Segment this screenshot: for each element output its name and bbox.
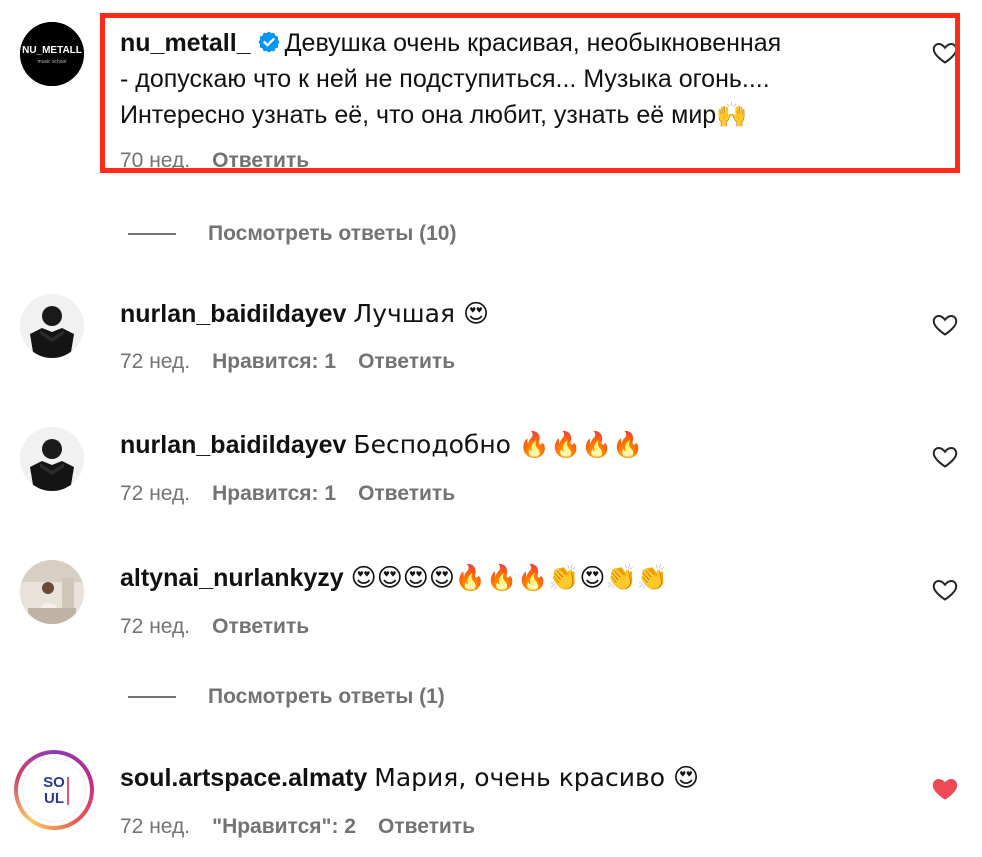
view-replies-label: Посмотреть ответы (1) [208,685,445,708]
likes-count[interactable]: Нравится: 1 [212,350,336,373]
avatar-story-ring[interactable]: SO UL [14,750,94,830]
comment-time: 72 нед. [120,482,191,505]
replies-divider [128,233,176,235]
comment-line: altynai_nurlankyzy 😍😍😍😍🔥🔥🔥👏😍👏👏 [120,561,668,595]
comment-meta: 72 нед. "Нравится": 2 Ответить [120,814,497,840]
view-replies-button[interactable]: Посмотреть ответы (10) [128,219,456,249]
view-replies-button[interactable]: Посмотреть ответы (1) [128,682,445,712]
avatar-logo-text: NU_METALL [22,45,82,56]
comment-text: 😍😍😍😍🔥🔥🔥👏😍👏👏 [350,563,668,592]
avatar-logo-text: UL [44,790,64,807]
comment-meta: 72 нед. Ответить [120,614,331,640]
comment-time: 72 нед. [120,350,191,373]
heart-outline-icon[interactable] [932,578,958,602]
avatar[interactable] [20,560,84,624]
person-silhouette-icon [20,294,84,358]
reply-button[interactable]: Ответить [358,482,455,505]
username-link[interactable]: soul.artspace.almaty [120,764,367,792]
likes-count[interactable]: "Нравится": 2 [212,815,356,838]
comments-list: NU_METALL music school nu_metall_ Девушка… [0,0,982,857]
view-replies-label: Посмотреть ответы (10) [208,222,457,245]
username-link[interactable]: nurlan_baidildayev [120,431,346,459]
soul-logo: SO UL [43,774,69,807]
replies-divider [128,696,176,698]
profile-photo-icon [20,560,84,624]
avatar-logo-subtext: music school [38,59,67,65]
avatar: SO UL [22,758,86,822]
avatar[interactable]: NU_METALL music school [20,22,84,86]
reply-button[interactable]: Ответить [358,350,455,373]
heart-outline-icon[interactable] [932,445,958,469]
comment-meta: 72 нед. Нравится: 1 Ответить [120,349,477,375]
reply-button[interactable]: Ответить [212,615,309,638]
person-silhouette-icon [20,427,84,491]
username-link[interactable]: nurlan_baidildayev [120,300,346,328]
username-link[interactable]: altynai_nurlankyzy [120,564,344,592]
comment-line: nurlan_baidildayev Бесподобно 🔥🔥🔥🔥 [120,428,643,462]
heart-outline-icon[interactable] [932,313,958,337]
heart-filled-icon[interactable] [932,777,958,801]
comment-time: 72 нед. [120,615,191,638]
comment-text: Лучшая 😍 [353,299,490,328]
avatar-logo-text: SO [43,774,65,791]
comment-text: Бесподобно 🔥🔥🔥🔥 [353,430,644,459]
reply-button[interactable]: Ответить [378,815,475,838]
comment-time: 72 нед. [120,815,191,838]
comment-text: Мария, очень красиво 😍 [374,763,700,792]
comment-line: soul.artspace.almaty Мария, очень красив… [120,761,699,795]
comment-line: nurlan_baidildayev Лучшая 😍 [120,297,489,331]
comment-meta: 72 нед. Нравится: 1 Ответить [120,481,477,507]
avatar[interactable] [20,294,84,358]
avatar[interactable] [20,427,84,491]
likes-count[interactable]: Нравится: 1 [212,482,336,505]
highlight-frame [100,13,960,173]
nu-metall-logo: NU_METALL music school [20,22,84,86]
